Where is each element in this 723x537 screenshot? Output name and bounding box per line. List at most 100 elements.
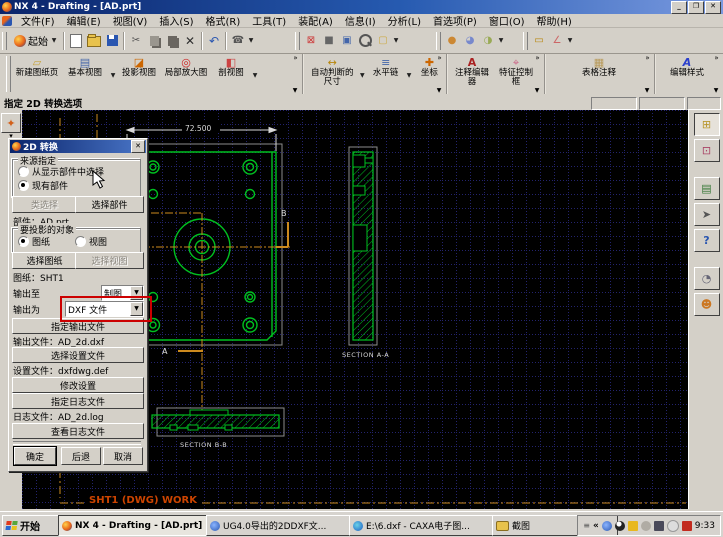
select-settings-file-button[interactable]: 选择设置文件 [12, 347, 144, 363]
dialog-titlebar[interactable]: 2D 转换 [10, 140, 146, 153]
specify-log-file-button[interactable]: 指定日志文件 [12, 393, 144, 409]
select-drawing-button[interactable]: 选择图纸 [12, 252, 77, 269]
chevron-down-icon[interactable]: ▼ [358, 72, 366, 94]
pan-button[interactable]: ▢ [374, 32, 392, 50]
shaded-display-button[interactable]: ● [443, 32, 461, 50]
toolbar-overflow-icon[interactable]: » [437, 54, 441, 62]
toolbar-options-icon[interactable]: ▼ [714, 87, 719, 94]
constraint-navigator-button[interactable]: ⊡ [693, 139, 720, 162]
delete-button[interactable]: ✕ [181, 32, 199, 50]
measure-distance-button[interactable]: ▭ [530, 32, 548, 50]
assembly-navigator-button[interactable]: ⊞ [693, 113, 720, 136]
menu-preferences[interactable]: 首选项(P) [427, 13, 483, 28]
toolbar-overflow-icon[interactable]: » [293, 54, 297, 62]
menu-format[interactable]: 格式(R) [200, 13, 247, 28]
detail-view-button[interactable]: ◎ 局部放大图 [161, 54, 211, 94]
start-button[interactable]: 开始 [2, 515, 59, 536]
toolbar-overflow-icon[interactable]: » [535, 54, 539, 62]
toolbar-grip[interactable] [6, 56, 11, 92]
paste-button[interactable] [163, 32, 181, 50]
select-view-button[interactable]: 选择视图 [75, 252, 144, 269]
view-log-file-button[interactable]: 查看日志文件 [12, 423, 144, 439]
dialog-close-icon[interactable]: ✕ [131, 140, 145, 153]
security-red-tray-icon[interactable] [681, 520, 692, 531]
radio-drawing[interactable]: 图纸 [18, 235, 50, 248]
menu-tools[interactable]: 工具(T) [246, 13, 292, 28]
taskbar-task-nx[interactable]: NX 4 - Drafting - [AD.prt] [58, 515, 209, 536]
render-style-button[interactable]: ◑ [479, 32, 497, 50]
chevron-down-icon[interactable]: ▼ [251, 72, 259, 94]
taskbar-task-caxa[interactable]: E:\6.dxf - CAXA电子图... [349, 515, 495, 536]
toolbar-overflow-icon[interactable]: » [714, 54, 718, 62]
radio-view[interactable]: 视图 [75, 235, 107, 248]
toolbar-grip[interactable] [436, 31, 441, 50]
menu-help[interactable]: 帮助(H) [531, 13, 578, 28]
toolbar-overflow-icon[interactable]: » [645, 54, 649, 62]
menu-assembly[interactable]: 装配(A) [292, 13, 339, 28]
chevron-down-icon[interactable]: ▼ [405, 72, 413, 94]
tabular-note-button[interactable]: ▦ 表格注释 [570, 54, 628, 94]
toolbar-grip[interactable] [523, 31, 528, 50]
measure-angle-button[interactable]: ∠ [548, 32, 566, 50]
toolbar-options-icon[interactable]: ▼ [645, 87, 650, 94]
annotation-editor-button[interactable]: A 注释编辑器 [450, 54, 494, 94]
open-file-button[interactable] [85, 32, 103, 50]
class-select-button[interactable]: 类选择 [12, 196, 77, 213]
ok-button[interactable]: 确定 [13, 446, 57, 466]
cut-button[interactable]: ✂ [127, 32, 145, 50]
cancel-button[interactable]: 取消 [103, 447, 143, 465]
inferred-dimension-button[interactable]: ↔ 自动判断的尺寸 [306, 54, 358, 94]
minimize-icon[interactable]: _ [671, 1, 687, 14]
close-icon[interactable]: ✕ [705, 1, 721, 14]
section-view-button[interactable]: ◧ 剖视图 [211, 54, 251, 94]
gray-ball-tray-icon[interactable] [640, 520, 651, 531]
new-file-button[interactable] [67, 32, 85, 50]
shield-yellow-tray-icon[interactable] [627, 520, 638, 531]
tray-expand-icon[interactable]: « [593, 521, 599, 531]
wireframe-display-button[interactable]: ◕ [461, 32, 479, 50]
help-button[interactable]: ? [693, 229, 720, 252]
fit-view-button[interactable]: ⊠ [302, 32, 320, 50]
dialog-phone-button[interactable]: ☎ [229, 32, 247, 50]
menu-file[interactable]: 文件(F) [15, 13, 61, 28]
copy-button[interactable] [145, 32, 163, 50]
save-button[interactable] [103, 32, 121, 50]
qq-tray-icon[interactable] [614, 520, 625, 531]
projected-view-button[interactable]: ◪ 投影视图 [117, 54, 161, 94]
horizontal-chain-button[interactable]: ≡ 水平链 [366, 54, 405, 94]
restore-icon[interactable]: ❐ [688, 1, 704, 14]
part-navigator-button[interactable]: ▤ [693, 177, 720, 200]
history-button[interactable]: ◔ [693, 267, 720, 290]
menu-window[interactable]: 窗口(O) [483, 13, 531, 28]
select-part-button[interactable]: 选择部件 [75, 196, 144, 213]
menu-insert[interactable]: 插入(S) [153, 13, 199, 28]
menu-analysis[interactable]: 分析(L) [382, 13, 427, 28]
back-button[interactable]: 后退 [61, 447, 101, 465]
zoom-button[interactable] [356, 32, 374, 50]
ie-globe-tray-icon[interactable] [601, 520, 612, 531]
taskbar-task-ie[interactable]: UG4.0导出的2DDXF文... [206, 515, 352, 536]
toolbar-grip[interactable] [2, 31, 7, 50]
base-view-button[interactable]: ▤ 基本视图 [61, 54, 109, 94]
language-bar-icon[interactable]: ≡ [583, 521, 590, 530]
offline-tray-icon[interactable] [666, 519, 679, 532]
toolbar-options-icon[interactable]: ▼ [293, 87, 298, 94]
menu-edit[interactable]: 编辑(E) [61, 13, 107, 28]
chevron-down-icon[interactable]: ▼ [109, 72, 117, 94]
toolbar-options-icon[interactable]: ▼ [437, 87, 442, 94]
menu-view[interactable]: 视图(V) [107, 13, 154, 28]
start-menu-button[interactable]: 起始 ▼ [9, 31, 61, 51]
undo-button[interactable]: ↶ [205, 32, 223, 50]
zoom-box-button[interactable]: ▣ [338, 32, 356, 50]
radio-existing-part[interactable]: 现有部件 [18, 179, 68, 192]
dialog-rail-button[interactable]: ✦ [1, 113, 21, 133]
monitor-tray-icon[interactable] [653, 520, 664, 531]
fill-view-button[interactable]: ■ [320, 32, 338, 50]
modify-settings-button[interactable]: 修改设置 [12, 377, 144, 393]
edit-style-button[interactable]: A 编辑样式 [662, 54, 712, 94]
toolbar-grip[interactable] [295, 31, 300, 50]
menu-information[interactable]: 信息(I) [339, 13, 382, 28]
new-sheet-button[interactable]: ▱ 新建图纸页 [13, 54, 61, 94]
reuse-library-button[interactable]: ➤ [693, 203, 720, 226]
toolbar-options-icon[interactable]: ▼ [535, 87, 540, 94]
